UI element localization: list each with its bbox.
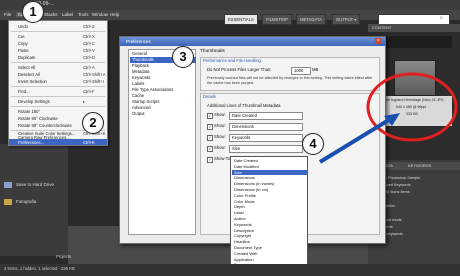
dropdown-option[interactable]: Date Modified [232, 164, 308, 169]
filmstrip-label: Projects [56, 254, 72, 259]
show-line-1-checkbox[interactable]: ✓ [207, 113, 213, 119]
menu-help[interactable]: Help [110, 12, 119, 17]
content-tab-bar: CONTENT [368, 24, 460, 32]
show-line-2-checkbox[interactable]: ✓ [207, 124, 213, 130]
workspace-metadata[interactable]: METADATA [296, 14, 326, 25]
menu-item-select-all[interactable]: Select All Ctrl+A [9, 64, 107, 71]
thumbnail-dimensions: 640 x 480 @ 96ppi [396, 105, 427, 109]
dropdown-option[interactable]: Copyright [232, 233, 308, 238]
show-line-4-select[interactable]: Size [229, 145, 303, 153]
menu-item-duplicate[interactable]: Duplicate Ctrl+D [9, 54, 107, 61]
menu-item-undo[interactable]: Undo Ctrl+Z [9, 23, 107, 30]
process-files-label: Do Not Process Files Larger Than: [207, 67, 272, 72]
cache-note: Previously cached files will not be affe… [207, 76, 373, 85]
menu-item-copy[interactable]: Copy Ctrl+C [9, 40, 107, 47]
dropdown-option[interactable]: Color Mode [232, 199, 308, 204]
drive-icon [4, 182, 12, 188]
dialog-title-bar: Preferences × [120, 37, 385, 46]
folder-icon [4, 199, 12, 205]
title-bar: 2010-09-... [0, 0, 460, 10]
menu-separator [11, 106, 105, 107]
menu-item-develop-settings[interactable]: Develop Settings ▸ [9, 98, 107, 105]
dropdown-option[interactable]: Dimensions (in cm) [232, 187, 308, 192]
menu-item-paste[interactable]: Paste Ctrl+V [9, 47, 107, 54]
status-bar: 3 items, 1 hidden, 1 selected - 335 KB P… [0, 254, 460, 276]
performance-group: Performance and File Handling Do Not Pro… [200, 57, 380, 91]
section-title: Thumbnails [200, 49, 225, 54]
callout-badge: 3 [172, 46, 194, 68]
category-output[interactable]: Output [130, 111, 196, 117]
dropdown-option-selected[interactable]: Size [232, 169, 308, 175]
show-line-4-checkbox[interactable]: ✓ [207, 146, 213, 152]
max-file-size-input[interactable]: 1000 [291, 67, 311, 75]
tab-keywords[interactable]: KEYWORDS [408, 163, 431, 169]
left-panel: Save to Hard Drive Fotografia [0, 144, 68, 256]
show-line-1-select[interactable]: Date Created [229, 112, 303, 120]
dropdown-option[interactable]: Application [232, 257, 308, 262]
workspace-output[interactable]: OUTPUT ▾ [332, 14, 361, 25]
dropdown-option[interactable]: Description [232, 228, 308, 233]
menu-item-invert-selection[interactable]: Invert Selection Ctrl+Shift+I [9, 78, 107, 85]
close-icon[interactable]: × [375, 38, 382, 44]
callout-badge: 1 [22, 1, 44, 23]
show-label: Show: [214, 123, 226, 128]
favorite-save-to-hard-drive[interactable]: Save to Hard Drive [16, 182, 54, 187]
dropdown-option[interactable]: Author [232, 216, 308, 221]
callout-badge: 4 [302, 133, 324, 155]
dropdown-option[interactable]: Headline [232, 239, 308, 244]
status-text: 3 items, 1 hidden, 1 selected - 335 KB [4, 266, 75, 271]
dropdown-option[interactable]: Depth [232, 204, 308, 209]
menu-separator [11, 62, 105, 63]
thumbnail-metadata-box: Uscire Ingrand Hermitage (Nav) 01.JPG 64… [378, 96, 452, 126]
category-list: General Thumbnails Playback Metadata Key… [128, 49, 196, 235]
workspace-filmstrip[interactable]: FILMSTRIP [262, 14, 292, 25]
menu-separator [11, 31, 105, 32]
thumbnail-size: 335 KB [406, 112, 418, 116]
dropdown-option[interactable]: Created With [232, 251, 308, 256]
menu-label[interactable]: Label [62, 12, 73, 17]
show-line-3-checkbox[interactable]: ✓ [207, 135, 213, 141]
menu-stacks[interactable]: Stacks [44, 12, 58, 17]
dropdown-option[interactable]: Label [232, 210, 308, 215]
menu-separator [11, 86, 105, 87]
dropdown-option[interactable]: Color Profile [232, 193, 308, 198]
show-label: Show: [214, 145, 226, 150]
menu-window[interactable]: Window [92, 12, 108, 17]
show-label: Show: [214, 134, 226, 139]
dropdown-option[interactable]: Date Created [232, 158, 308, 163]
show-line-3-select[interactable]: Keywords [229, 134, 303, 142]
max-file-size-unit: MB [312, 67, 319, 72]
menu-item-deselect-all[interactable]: Deselect All Ctrl+Shift+A [9, 71, 107, 78]
menu-file[interactable]: File [4, 12, 11, 17]
menu-item-find[interactable]: Find... Ctrl+F [9, 88, 107, 95]
dropdown-option[interactable]: Dimensions (in inches) [232, 181, 308, 186]
favorite-fotografia[interactable]: Fotografia [16, 199, 36, 204]
search-icon[interactable]: ⌕ [440, 15, 446, 21]
menu-tools[interactable]: Tools [78, 12, 89, 17]
performance-header: Performance and File Handling [203, 58, 261, 63]
dropdown-option[interactable]: Keywords [232, 222, 308, 227]
details-header: Details [203, 94, 216, 99]
thumbnail-image[interactable] [394, 60, 436, 96]
thumbnail-filename: Uscire Ingrand Hermitage (Nav) 01.JPG [380, 98, 444, 102]
additional-lines-label: Additional Lines of Thumbnail Metadata [207, 103, 281, 108]
show-tooltips-checkbox[interactable]: ✓ [207, 157, 213, 163]
show-line-2-select[interactable]: Dimensions [229, 123, 303, 131]
menu-separator [11, 96, 105, 97]
dialog-title: Preferences [126, 39, 151, 44]
dropdown-option[interactable]: Dimensions [232, 175, 308, 180]
dropdown-option[interactable]: Document Type [232, 245, 308, 250]
metadata-field-dropdown: Date Created Date Modified Size Dimensio… [230, 156, 308, 276]
menu-item-cut[interactable]: Cut Ctrl+X [9, 33, 107, 40]
callout-badge: 2 [82, 112, 104, 134]
tab-content[interactable]: CONTENT [372, 25, 391, 31]
show-label: Show: [214, 112, 226, 117]
workspace-essentials[interactable]: ESSENTIALS [224, 14, 258, 25]
menu-item-preferences[interactable]: Preferences... Ctrl+K [9, 139, 107, 145]
